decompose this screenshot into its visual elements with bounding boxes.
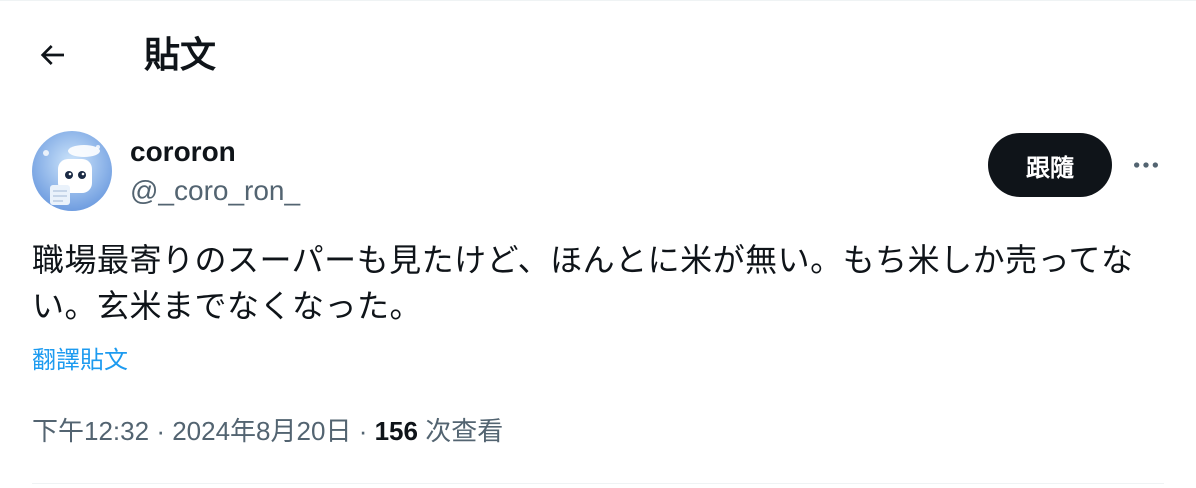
more-horizontal-icon bbox=[1134, 162, 1158, 168]
user-handle[interactable]: @_coro_ron_ bbox=[130, 171, 300, 211]
header: 貼文 bbox=[0, 1, 1196, 109]
post-time[interactable]: 下午12:32 bbox=[32, 416, 149, 446]
tweet-metadata: 下午12:32 · 2024年8月20日 · 156 次查看 bbox=[32, 411, 503, 451]
post-date[interactable]: 2024年8月20日 bbox=[172, 416, 351, 446]
follow-button[interactable]: 跟隨 bbox=[988, 133, 1112, 197]
views-count: 156 bbox=[374, 416, 418, 446]
divider bbox=[32, 483, 1164, 484]
views-label: 次查看 bbox=[425, 416, 504, 446]
post-detail-page: 貼文 cororon @_coro_ron_ 跟隨 職場最寄りのスーパーも見たけ… bbox=[0, 0, 1196, 488]
author-row: cororon @_coro_ron_ 跟隨 bbox=[32, 131, 1172, 215]
page-title: 貼文 bbox=[144, 34, 217, 75]
separator: · bbox=[358, 416, 368, 446]
translate-post-link[interactable]: 翻譯貼文 bbox=[32, 341, 128, 381]
display-name[interactable]: cororon bbox=[130, 135, 300, 169]
arrow-left-icon bbox=[40, 45, 64, 65]
separator: · bbox=[156, 416, 165, 446]
avatar[interactable] bbox=[32, 131, 112, 211]
avatar-image bbox=[32, 131, 112, 211]
back-button[interactable] bbox=[28, 35, 76, 75]
tweet-text: 職場最寄りのスーパーも見たけど、ほんとに米が無い。もち米しか売ってない。玄米まで… bbox=[32, 242, 1134, 324]
more-options-button[interactable] bbox=[1126, 145, 1166, 185]
author-names: cororon @_coro_ron_ bbox=[130, 135, 300, 211]
